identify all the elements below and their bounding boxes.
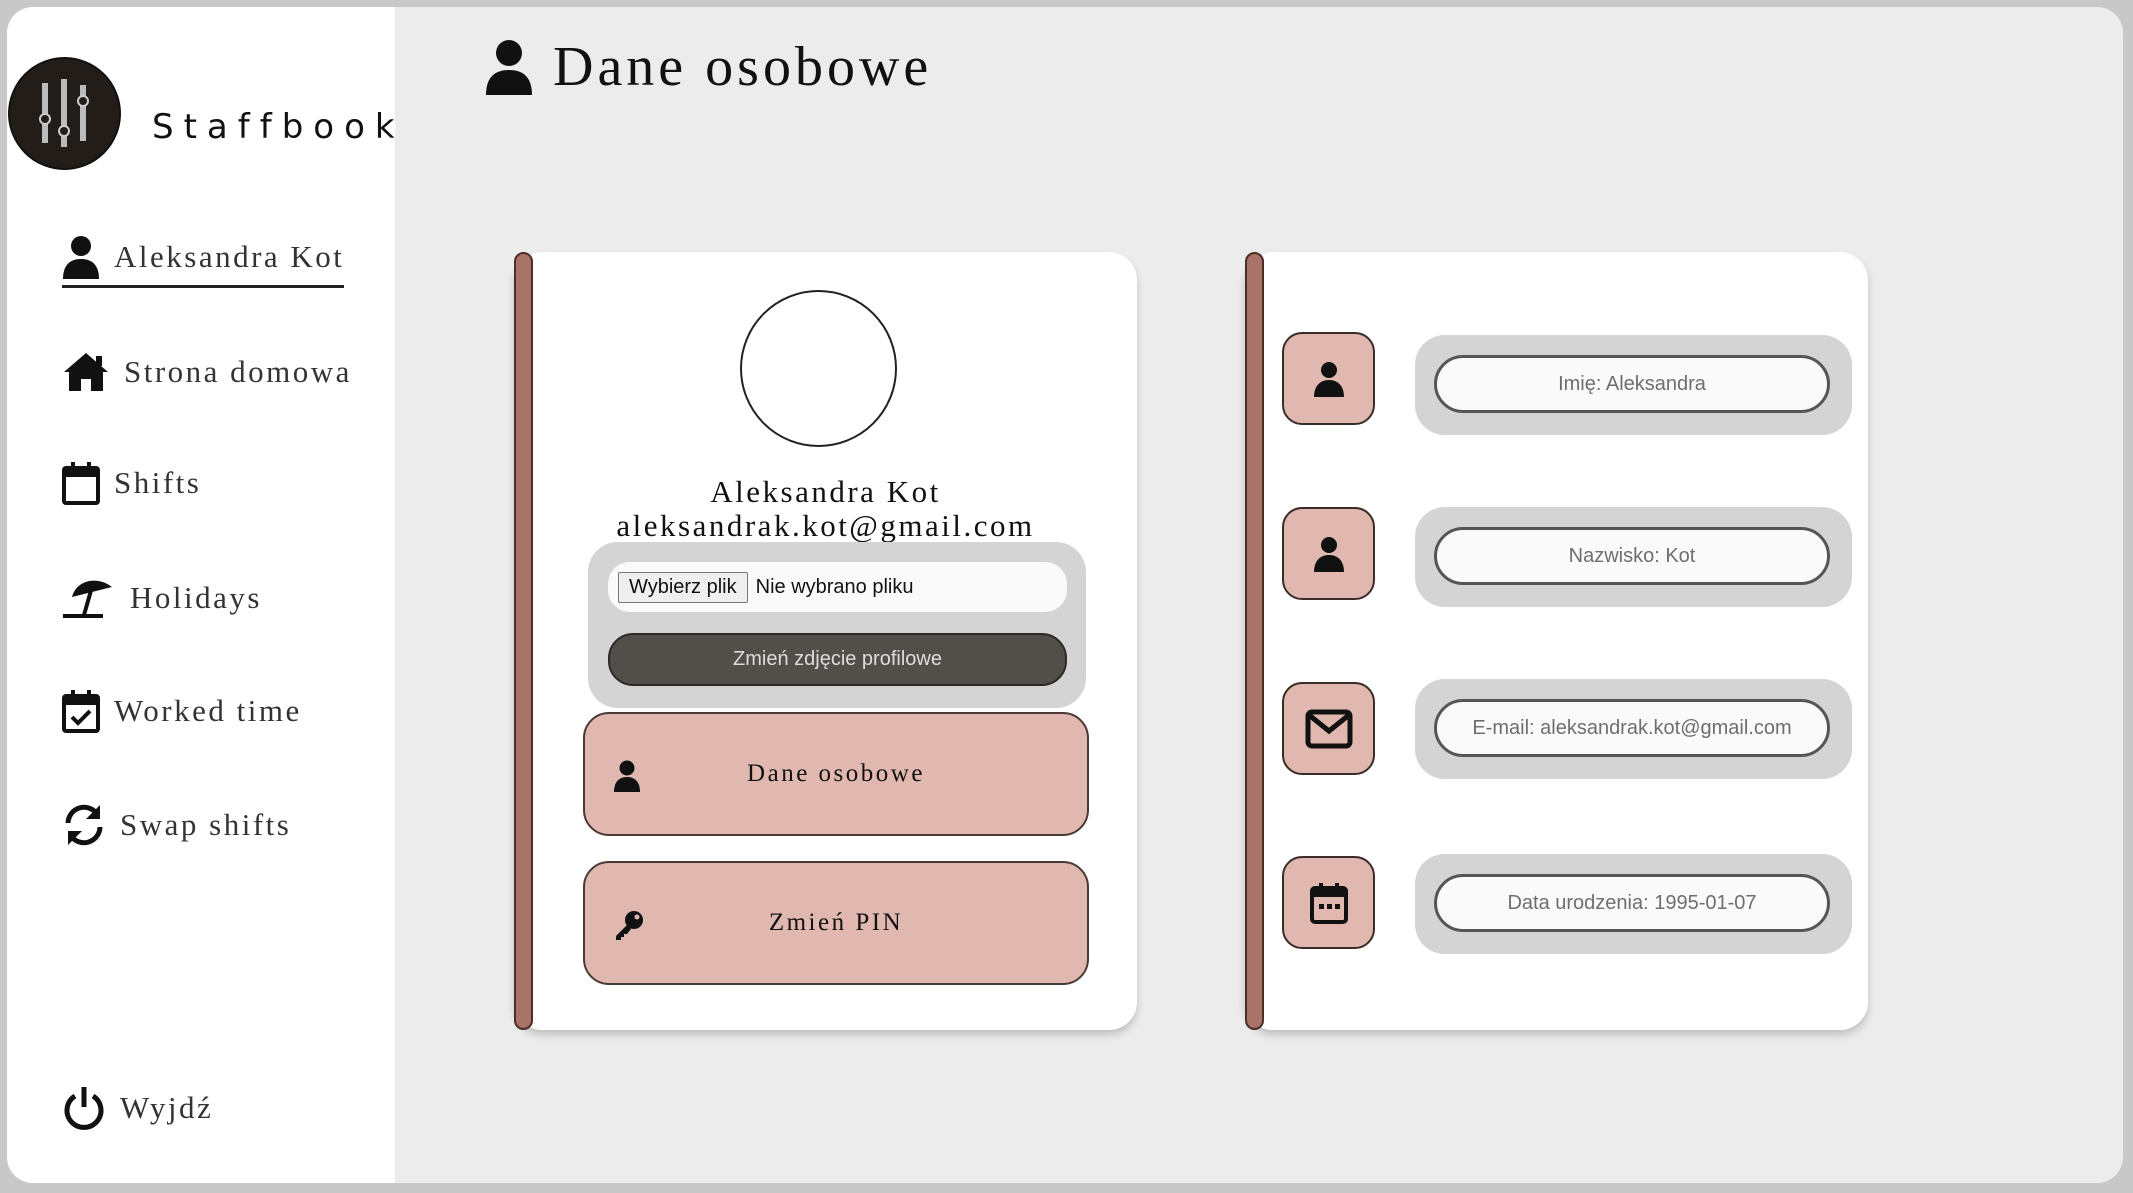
refresh-icon (65, 804, 103, 846)
sidebar-item-profile[interactable]: Aleksandra Kot (62, 235, 345, 288)
last-name-field[interactable] (1434, 527, 1830, 585)
logout-button[interactable]: Wyjdź (62, 1085, 213, 1131)
sidebar-item-label: Worked time (114, 693, 302, 728)
sidebar-item-shifts[interactable]: Shifts (62, 461, 201, 505)
user-icon (63, 236, 99, 279)
birth-date-icon-box (1282, 856, 1375, 949)
card-accent-bar (1245, 252, 1264, 1030)
email-field[interactable] (1434, 699, 1830, 757)
logout-label: Wyjdź (120, 1090, 214, 1125)
file-status: Nie wybrano pliku (755, 575, 914, 598)
first-name-icon-box (1282, 332, 1375, 425)
sidebar-item-holidays[interactable]: Holidays (62, 575, 262, 621)
card-accent-bar (514, 252, 533, 1030)
calendar-check-icon (62, 690, 100, 733)
sidebar-item-label: Aleksandra Kot (114, 239, 345, 274)
page-title-text: Dane osobowe (553, 36, 933, 98)
key-icon (616, 911, 643, 940)
user-icon (1313, 361, 1344, 397)
change-pin-button[interactable]: Zmień PIN (583, 861, 1089, 985)
sidebar: Staffbook Aleksandra Kot Strona domowa S… (7, 7, 395, 1183)
profile-card: Aleksandra Kot aleksandrak.kot@gmail.com… (514, 252, 1137, 1030)
birth-date-field[interactable] (1434, 874, 1830, 932)
sidebar-item-label: Shifts (114, 465, 202, 500)
file-input[interactable]: Wybierz plik Nie wybrano pliku (608, 562, 1067, 612)
personal-data-button[interactable]: Dane osobowe (583, 712, 1089, 836)
first-name-field[interactable] (1434, 355, 1830, 413)
profile-email: aleksandrak.kot@gmail.com (616, 508, 1035, 543)
calendar-icon (62, 462, 100, 505)
calendar-icon (1309, 882, 1348, 924)
user-icon (486, 40, 532, 95)
first-name-field-wrap (1415, 335, 1852, 435)
choose-file-button[interactable]: Wybierz plik (618, 571, 748, 603)
app-window: Staffbook Aleksandra Kot Strona domowa S… (7, 7, 2123, 1183)
user-icon (614, 760, 640, 792)
brand-name: Staffbook (152, 107, 405, 147)
email-icon-box (1282, 682, 1375, 775)
sidebar-item-label: Swap shifts (120, 807, 292, 842)
page-title: Dane osobowe (485, 35, 932, 99)
sidebar-item-label: Strona domowa (124, 354, 352, 389)
sidebar-item-swap-shifts[interactable]: Swap shifts (62, 803, 291, 847)
power-icon (64, 1087, 104, 1130)
umbrella-beach-icon (63, 580, 112, 618)
change-photo-button[interactable]: Zmień zdjęcie profilowe (608, 633, 1067, 686)
photo-upload-panel: Wybierz plik Nie wybrano pliku Zmień zdj… (588, 542, 1086, 708)
sidebar-item-label: Holidays (130, 580, 262, 615)
envelope-icon (1305, 709, 1352, 748)
sidebar-item-home[interactable]: Strona domowa (62, 351, 352, 393)
user-icon (1313, 536, 1344, 572)
sidebar-item-worked-time[interactable]: Worked time (62, 689, 302, 733)
avatar (740, 290, 897, 447)
last-name-icon-box (1282, 507, 1375, 600)
details-card (1245, 252, 1868, 1030)
logo-icon (8, 57, 121, 170)
last-name-field-wrap (1415, 507, 1852, 607)
profile-name: Aleksandra Kot (710, 474, 941, 509)
personal-data-label: Dane osobowe (747, 760, 925, 787)
home-icon (64, 353, 108, 391)
birth-date-field-wrap (1415, 854, 1852, 954)
email-field-wrap (1415, 679, 1852, 779)
change-pin-label: Zmień PIN (768, 909, 904, 936)
